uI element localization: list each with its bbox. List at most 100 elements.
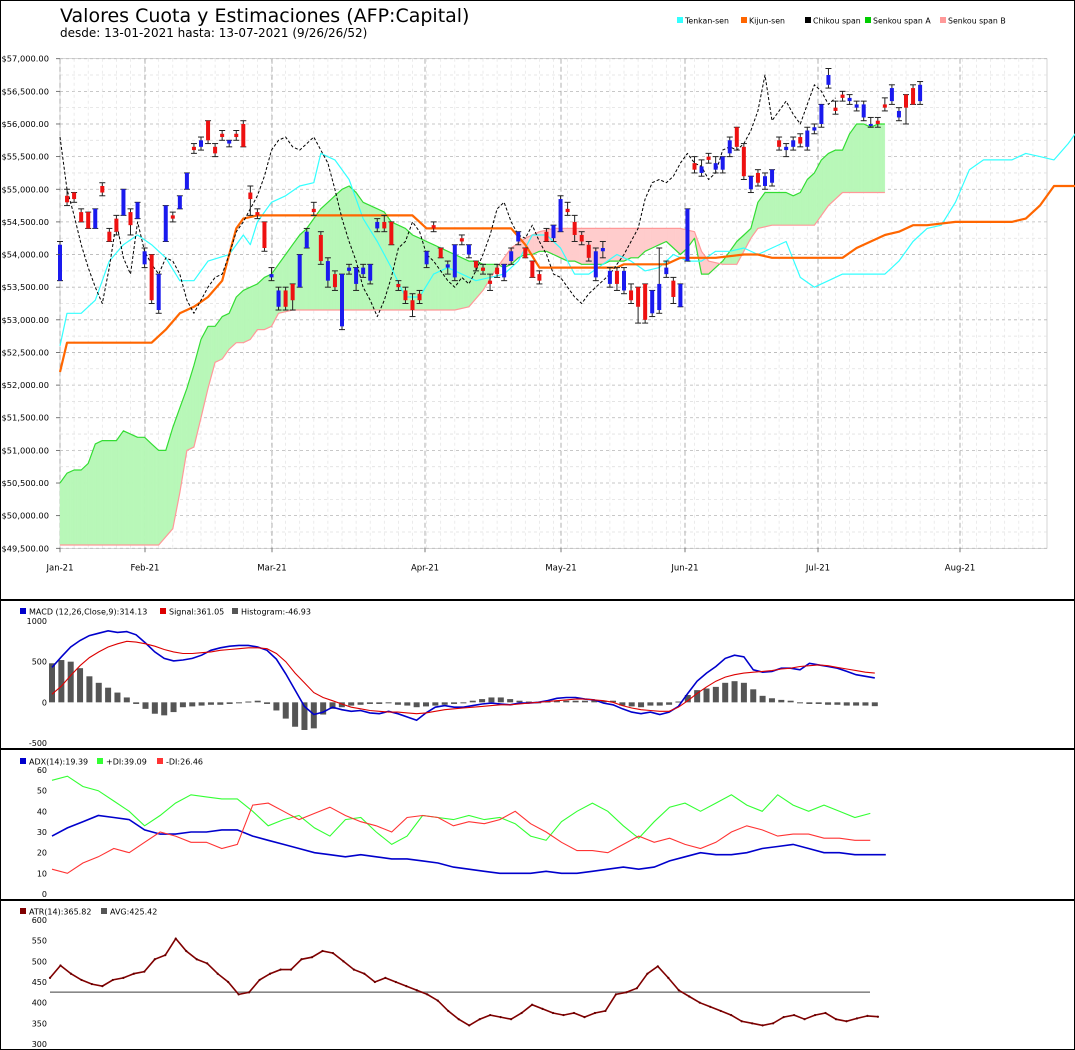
atr-point	[530, 1003, 534, 1006]
cloud-segment	[370, 205, 373, 311]
candle-body	[720, 156, 725, 170]
cloud-segment	[451, 252, 454, 311]
cloud-segment	[315, 213, 318, 311]
cloud-segment	[680, 228, 683, 255]
cloud-segment	[865, 124, 868, 193]
cloud-segment	[204, 329, 207, 404]
candle-body	[530, 261, 535, 278]
cloud-segment	[436, 246, 440, 311]
cloud-segment	[655, 228, 658, 247]
y-tick-label: $55,500.00	[1, 152, 49, 162]
subpanel-y-tick-label: 0	[42, 890, 47, 899]
cloud-segment	[456, 255, 459, 310]
candle-body	[466, 244, 471, 255]
cloud-segment	[646, 228, 649, 251]
cloud-segment	[303, 229, 306, 311]
cloud-segment	[817, 163, 820, 221]
atr-point	[342, 960, 345, 963]
cloud-segment	[585, 228, 588, 265]
histogram-bar	[366, 702, 373, 704]
x-tick-label: Apr-21	[411, 563, 439, 573]
candle-body	[459, 238, 464, 242]
atr-point	[730, 1013, 733, 1017]
legend-label: MACD (12,26,Close,9):314.13	[29, 608, 147, 617]
candle-body	[177, 195, 182, 209]
cloud-segment	[373, 206, 376, 311]
histogram-bar	[460, 702, 467, 704]
candle-body	[72, 192, 77, 200]
subpanel-y-tick-label: 550	[32, 937, 47, 946]
cloud-segment	[207, 326, 211, 389]
cloud-segment	[701, 250, 704, 275]
candle-body	[290, 283, 295, 301]
cloud-segment	[479, 262, 482, 296]
cloud-segment	[86, 462, 89, 546]
cloud-segment	[61, 477, 64, 546]
cloud-segment	[831, 150, 834, 203]
histogram-bar	[189, 702, 196, 707]
candle-body	[262, 221, 267, 249]
candle-body	[699, 166, 704, 173]
cloud-segment	[570, 228, 574, 262]
legend-swatch	[232, 608, 238, 614]
candle-body	[650, 290, 655, 314]
histogram-bar	[245, 701, 252, 703]
cloud-segment	[863, 123, 866, 193]
candle-body	[502, 264, 507, 278]
cloud-segment	[532, 233, 535, 255]
atr-point	[667, 976, 670, 979]
cloud-segment	[332, 195, 336, 311]
histogram-bar	[114, 692, 121, 703]
cloud-segment	[516, 242, 519, 260]
candle-body	[741, 146, 746, 177]
cloud-segment	[84, 464, 87, 546]
atr-point	[855, 1017, 859, 1020]
cloud-segment	[267, 274, 270, 329]
candle-body	[544, 231, 549, 242]
cloud-segment	[877, 123, 880, 193]
legend-swatch	[677, 17, 683, 23]
cloud-segment	[826, 152, 829, 209]
cloud-segment	[336, 192, 339, 311]
candle-body	[403, 290, 408, 301]
histogram-bar	[628, 702, 635, 707]
cloud-segment	[394, 223, 397, 311]
atr-point	[646, 972, 649, 975]
cloud-segment	[399, 225, 403, 311]
cloud-segment	[121, 430, 124, 546]
cloud-segment	[842, 145, 845, 193]
cloud-segment	[324, 203, 327, 311]
cloud-segment	[678, 228, 681, 255]
cloud-segment	[322, 205, 325, 311]
cloud-segment	[186, 382, 189, 451]
cloud-segment	[466, 259, 470, 308]
cloud-segment	[422, 239, 426, 311]
atr-point	[363, 972, 366, 975]
cloud-segment	[872, 125, 875, 193]
cloud-segment	[223, 314, 226, 358]
cloud-segment	[258, 280, 262, 330]
cloud-segment	[158, 450, 161, 546]
histogram-bar	[58, 660, 65, 703]
histogram-bar	[572, 700, 579, 703]
cloud-segment	[327, 200, 330, 311]
subpanel-y-tick-label: 500	[32, 658, 47, 667]
candle-body	[586, 244, 591, 258]
cloud-segment	[65, 472, 68, 546]
cloud-segment	[82, 466, 85, 546]
candle-body	[685, 208, 690, 262]
legend-swatch	[101, 908, 107, 914]
cloud-segment	[660, 228, 663, 245]
histogram-bar	[740, 682, 747, 703]
candle-body	[911, 88, 916, 105]
atr-point	[90, 982, 94, 986]
legend-label: Tenkan-sen	[684, 17, 729, 26]
histogram-bar	[451, 702, 458, 704]
candle-body	[523, 248, 528, 258]
candle-body	[861, 104, 866, 118]
candle-body	[100, 185, 105, 193]
cloud-segment	[251, 285, 255, 338]
atr-point	[80, 978, 83, 982]
candle-body	[918, 84, 923, 102]
candle-body	[904, 94, 908, 108]
